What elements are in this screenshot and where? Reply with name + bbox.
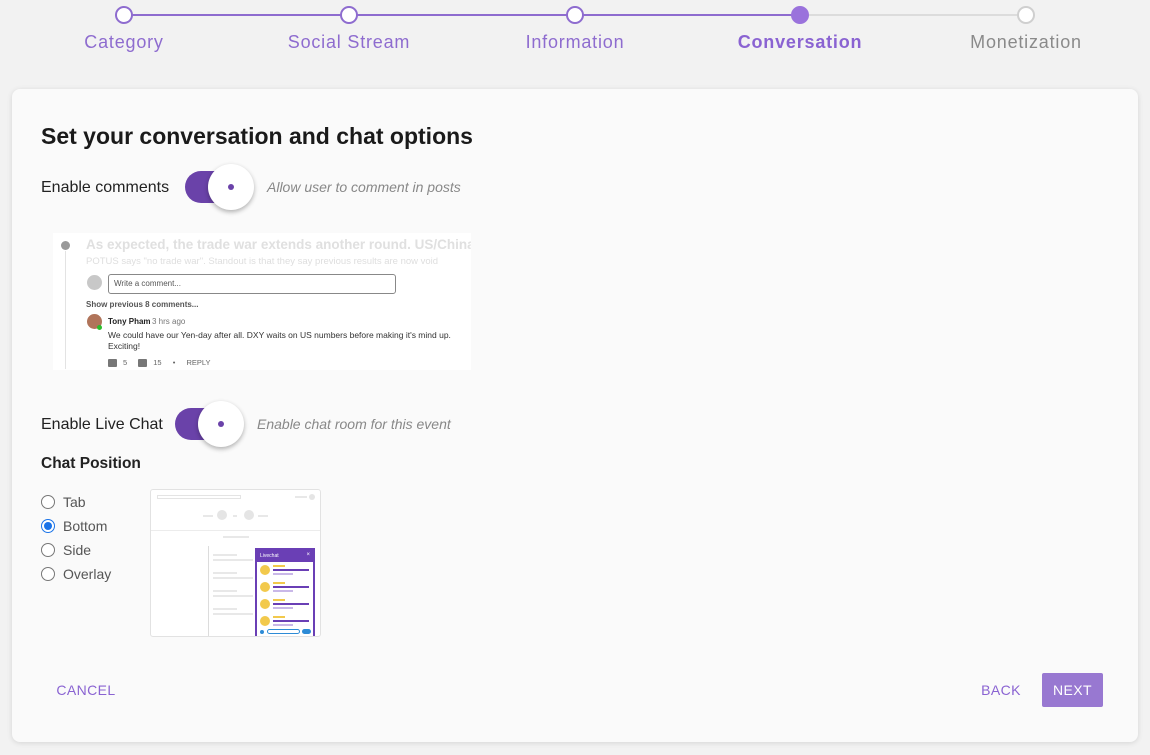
preview-profile-icon [309, 494, 315, 500]
radio-side[interactable]: Side [41, 538, 111, 562]
preview-line [223, 536, 249, 538]
thumbs-up-icon [108, 359, 117, 368]
emoji-icon [260, 630, 264, 634]
preview-avatar-icon [217, 510, 227, 520]
step-information[interactable]: Information [485, 6, 665, 53]
step-label: Monetization [970, 32, 1082, 52]
chat-position-title: Chat Position [41, 455, 141, 472]
preview-comment-text: We could have our Yen-day after all. DXY… [108, 330, 451, 351]
radio-circle [41, 495, 55, 509]
user-avatar-icon [87, 275, 102, 290]
step-dot [1017, 6, 1035, 24]
progress-stepper: Category Social Stream Information Conve… [0, 0, 1150, 70]
preview-line [213, 608, 237, 610]
preview-comment-time: 3 hrs ago [152, 317, 186, 326]
preview-comment-author: Tony Pham [108, 317, 151, 326]
step-dot [791, 6, 809, 24]
page-title: Set your conversation and chat options [41, 123, 473, 149]
step-label: Conversation [737, 32, 863, 52]
step-label: Category [84, 32, 164, 52]
preview-line [258, 515, 268, 517]
preview-post-headline: As expected, the trade war extends anoth… [86, 237, 471, 252]
preview-show-previous: Show previous 8 comments... [86, 300, 199, 309]
preview-post-subline: POTUS says "no trade war". Standout is t… [86, 256, 439, 267]
preview-line [213, 613, 253, 615]
step-category[interactable]: Category [34, 6, 214, 53]
online-status-icon [97, 325, 102, 330]
enable-comments-hint: Allow user to comment in posts [267, 179, 461, 195]
radio-circle [41, 567, 55, 581]
comments-preview-image: As expected, the trade war extends anoth… [53, 233, 471, 370]
step-monetization[interactable]: Monetization [936, 6, 1116, 53]
preview-chat-message [257, 562, 313, 579]
radio-label: Side [63, 542, 92, 558]
preview-chat-input [260, 629, 312, 635]
radio-label: Tab [63, 494, 86, 510]
enable-live-chat-hint: Enable chat room for this event [257, 416, 451, 432]
preview-avatar-icon [244, 510, 254, 520]
preview-chat-header: Livechat × [257, 550, 313, 562]
step-label: Social Stream [287, 32, 411, 52]
enable-live-chat-toggle[interactable] [175, 401, 247, 447]
timeline-bullet-icon [61, 241, 70, 250]
step-social-stream[interactable]: Social Stream [259, 6, 439, 53]
preview-chat-title: Livechat [260, 553, 279, 559]
preview-search-bar [157, 495, 241, 499]
step-label: Information [525, 32, 625, 52]
chat-position-preview-image: Livechat × [150, 489, 321, 637]
preview-divider [151, 530, 320, 531]
chat-position-radio-group: Tab Bottom Side Overlay [41, 490, 111, 586]
enable-comments-label: Enable comments [41, 179, 170, 196]
preview-chat-message [257, 596, 313, 613]
separator-dot: • [172, 358, 176, 367]
thumbs-down-icon [138, 359, 148, 368]
preview-comment-actions: 5 15 • REPLY [108, 358, 219, 368]
radio-bottom[interactable]: Bottom [41, 514, 111, 538]
radio-label: Bottom [63, 518, 108, 534]
toggle-knob [208, 164, 254, 210]
enable-live-chat-label: Enable Live Chat [41, 416, 163, 433]
preview-header-line [295, 496, 307, 498]
preview-chat-panel: Livechat × [255, 548, 315, 636]
step-dot [566, 6, 584, 24]
back-button[interactable]: BACK [972, 673, 1030, 707]
timeline-line [65, 251, 66, 369]
preview-line [213, 595, 253, 597]
next-button[interactable]: NEXT [1042, 673, 1103, 707]
step-dot [115, 6, 133, 24]
radio-tab[interactable]: Tab [41, 490, 111, 514]
radio-overlay[interactable]: Overlay [41, 562, 111, 586]
dislike-count: 15 [153, 358, 162, 367]
cancel-button[interactable]: CANCEL [46, 673, 126, 707]
preview-line [213, 554, 237, 556]
preview-line [213, 577, 253, 579]
radio-circle [41, 519, 55, 533]
close-icon: × [306, 552, 310, 558]
preview-comment-input: Write a comment... [108, 274, 396, 294]
step-dot [340, 6, 358, 24]
preview-line [233, 515, 237, 517]
conversation-options-card: Set your conversation and chat options E… [12, 89, 1138, 742]
preview-line [203, 515, 213, 517]
radio-label: Overlay [63, 566, 112, 582]
radio-circle [41, 543, 55, 557]
preview-line [213, 572, 237, 574]
stepper-line-completed [124, 14, 800, 16]
reply-link: REPLY [186, 358, 211, 367]
preview-timeline [208, 546, 209, 636]
like-count: 5 [123, 358, 128, 367]
preview-chat-field [267, 629, 300, 634]
enable-comments-toggle[interactable] [185, 164, 257, 210]
toggle-knob [198, 401, 244, 447]
preview-line [213, 590, 237, 592]
preview-chat-message [257, 579, 313, 596]
preview-chat-message [257, 613, 313, 630]
send-icon [302, 629, 311, 634]
preview-line [213, 559, 253, 561]
step-conversation[interactable]: Conversation [710, 6, 890, 53]
